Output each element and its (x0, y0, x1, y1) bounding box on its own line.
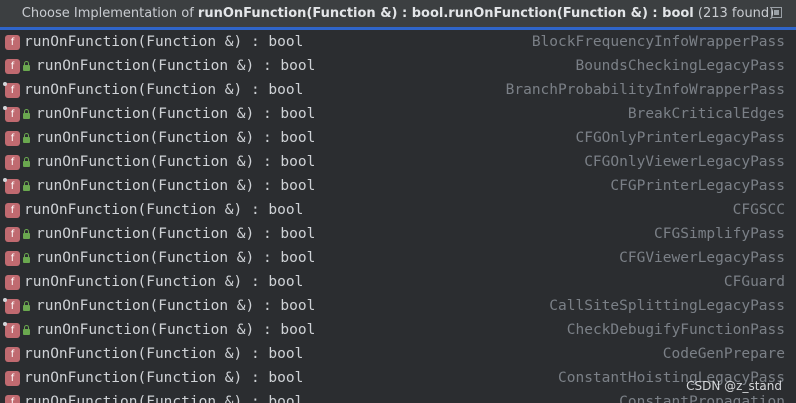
method-signature: runOnFunction(Function &) : bool (24, 370, 304, 386)
method-signature: runOnFunction(Function &) : bool (24, 274, 304, 290)
lock-icon (23, 325, 30, 335)
function-icon: f (5, 58, 20, 74)
method-signature: runOnFunction(Function &) : bool (36, 250, 316, 266)
function-icon: f (5, 202, 20, 218)
implementing-class: CFGOnlyViewerLegacyPass (584, 154, 785, 170)
implementing-class: CFGViewerLegacyPass (619, 250, 785, 266)
function-icon: f (5, 130, 20, 146)
lock-icon (23, 133, 30, 143)
function-icon: f (3, 177, 20, 194)
method-signature: runOnFunction(Function &) : bool (36, 178, 316, 194)
implementing-class: BreakCriticalEdges (627, 106, 785, 122)
popup-title: Choose Implementation of runOnFunction(F… (22, 6, 775, 21)
implementing-class: ConstantPropagation (619, 394, 785, 403)
method-signature: runOnFunction(Function &) : bool (36, 58, 316, 74)
list-item[interactable]: f runOnFunction(Function &) : bool CFGSCC (0, 198, 796, 222)
lock-icon (23, 181, 30, 191)
function-icon: f (3, 321, 20, 338)
list-item[interactable]: f runOnFunction(Function &) : bool CFGPrin… (0, 174, 796, 198)
title-count: (213 found) (693, 6, 775, 21)
method-signature: runOnFunction(Function &) : bool (24, 82, 304, 98)
implementing-class: BlockFrequencyInfoWrapperPass (531, 34, 785, 50)
title-prefix: Choose Implementation of (21, 6, 198, 21)
list-item[interactable]: f runOnFunction(Function &) : bool BreakCr… (0, 102, 796, 126)
method-signature: runOnFunction(Function &) : bool (36, 130, 316, 146)
list-item[interactable]: f runOnFunction(Function &) : bool Constan… (0, 390, 796, 403)
method-signature: runOnFunction(Function &) : bool (24, 202, 304, 218)
list-item[interactable]: f runOnFunction(Function &) : bool CFGOnly… (0, 126, 796, 150)
implementing-class: CFGOnlyPrinterLegacyPass (575, 130, 785, 146)
pin-window-icon[interactable] (771, 7, 782, 18)
list-item[interactable]: f runOnFunction(Function &) : bool CodeGen… (0, 342, 796, 366)
implementing-class: CFGSCC (732, 202, 785, 218)
watermark: CSDN @z_stand (686, 379, 782, 393)
function-icon: f (3, 105, 20, 122)
list-item[interactable]: f runOnFunction(Function &) : bool CFGView… (0, 246, 796, 270)
implementing-class: CFGPrinterLegacyPass (610, 178, 785, 194)
lock-icon (23, 253, 30, 263)
implementing-class: CFGuard (723, 274, 785, 290)
method-signature: runOnFunction(Function &) : bool (24, 34, 304, 50)
list-item[interactable]: f runOnFunction(Function &) : bool CFGOnly… (0, 150, 796, 174)
lock-icon (23, 109, 30, 119)
function-icon: f (3, 297, 20, 314)
lock-icon (23, 61, 30, 71)
list-item[interactable]: f runOnFunction(Function &) : bool BranchP… (0, 78, 796, 102)
implementing-class: CheckDebugifyFunctionPass (566, 322, 785, 338)
popup-title-bar: Choose Implementation of runOnFunction(F… (0, 0, 796, 27)
list-item[interactable]: f runOnFunction(Function &) : bool BlockFr… (0, 30, 796, 54)
function-icon: f (3, 81, 20, 98)
function-icon: f (5, 250, 20, 266)
list-item[interactable]: f runOnFunction(Function &) : bool CFGSimp… (0, 222, 796, 246)
function-icon: f (5, 226, 20, 242)
implementing-class: BranchProbabilityInfoWrapperPass (505, 82, 785, 98)
implementing-class: BoundsCheckingLegacyPass (575, 58, 785, 74)
method-signature: runOnFunction(Function &) : bool (24, 394, 304, 403)
list-item[interactable]: f runOnFunction(Function &) : bool CFGuard (0, 270, 796, 294)
implementing-class: CallSiteSplittingLegacyPass (549, 298, 785, 314)
choose-implementation-popup: Choose Implementation of runOnFunction(F… (0, 0, 796, 403)
method-signature: runOnFunction(Function &) : bool (24, 346, 304, 362)
implementing-class: CFGSimplifyPass (654, 226, 785, 242)
list-item[interactable]: f runOnFunction(Function &) : bool CheckDe… (0, 318, 796, 342)
lock-icon (23, 157, 30, 167)
implementation-list: f runOnFunction(Function &) : bool BlockFr… (0, 30, 796, 403)
function-icon: f (5, 394, 20, 403)
list-item[interactable]: f runOnFunction(Function &) : bool CallSit… (0, 294, 796, 318)
method-signature: runOnFunction(Function &) : bool (36, 106, 316, 122)
lock-icon (23, 301, 30, 311)
function-icon: f (5, 154, 20, 170)
list-item[interactable]: f runOnFunction(Function &) : bool BoundsC… (0, 54, 796, 78)
function-icon: f (5, 34, 20, 50)
method-signature: runOnFunction(Function &) : bool (36, 322, 316, 338)
title-signature: runOnFunction(Function &) : bool.runOnFu… (197, 6, 694, 21)
method-signature: runOnFunction(Function &) : bool (36, 298, 316, 314)
lock-icon (23, 229, 30, 239)
method-signature: runOnFunction(Function &) : bool (36, 154, 316, 170)
list-item[interactable]: f runOnFunction(Function &) : bool Constan… (0, 366, 796, 390)
method-signature: runOnFunction(Function &) : bool (36, 226, 316, 242)
function-icon: f (5, 274, 20, 290)
function-icon: f (5, 346, 20, 362)
implementing-class: CodeGenPrepare (662, 346, 785, 362)
function-icon: f (5, 370, 20, 386)
